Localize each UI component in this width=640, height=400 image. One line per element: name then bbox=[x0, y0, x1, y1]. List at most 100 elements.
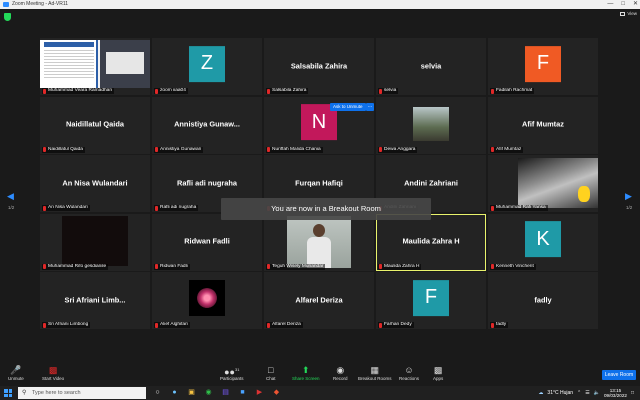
participant-tile[interactable]: fadly fadly bbox=[488, 272, 598, 329]
microphone-muted-icon: 🎤 bbox=[10, 365, 22, 375]
chat-icon: □ bbox=[268, 365, 274, 375]
participant-tile[interactable]: Teguh Wisely Munandar bbox=[264, 213, 374, 271]
start-video-button[interactable]: ▩ Start Video bbox=[42, 364, 64, 381]
participant-display-name: An Nisa Wulandari bbox=[62, 178, 128, 188]
participant-tile[interactable]: Naidillatul Qaida Naidillatul Qaida bbox=[40, 96, 150, 154]
participant-tile[interactable]: K Kenneth Vincherit bbox=[488, 213, 598, 271]
breakout-rooms-button[interactable]: ▦ Breakout Rooms bbox=[358, 364, 392, 381]
participant-tile[interactable]: Salsabila Zahira Salsabila Zahira bbox=[264, 38, 374, 95]
muted-mic-icon bbox=[491, 322, 494, 328]
participant-name-label: fadly bbox=[490, 322, 509, 328]
muted-mic-icon bbox=[491, 264, 494, 269]
page-indicator-left: 1/2 bbox=[8, 205, 15, 210]
participant-tile[interactable]: Zzoom iiaa04 bbox=[152, 38, 262, 95]
close-button[interactable]: ✕ bbox=[633, 0, 638, 9]
record-button[interactable]: ◉ Record bbox=[333, 364, 348, 381]
participant-photo bbox=[413, 106, 449, 141]
participants-count: 31 bbox=[234, 367, 240, 372]
participant-tile[interactable]: Ridwan Fadli Ridwan Fadli bbox=[152, 213, 262, 271]
participant-display-name: Rafli adi nugraha bbox=[177, 178, 237, 188]
participant-tile[interactable]: Muhammad Rifo gesdianile bbox=[40, 213, 150, 271]
participant-name-label: Ridwan Fadli bbox=[154, 263, 190, 270]
muted-mic-icon bbox=[155, 88, 158, 94]
grid-view-icon bbox=[620, 11, 626, 16]
page-indicator-right: 1/2 bbox=[626, 205, 633, 210]
notifications-icon[interactable]: □ bbox=[631, 390, 634, 396]
file-explorer-icon[interactable]: ▣ bbox=[186, 387, 197, 398]
zoom-app-icon bbox=[3, 2, 9, 7]
video-grid: Muhammad Veara Ramadhan Zzoom iiaa04 Salsa… bbox=[40, 38, 600, 329]
share-screen-button[interactable]: ⬆ Share Screen bbox=[292, 364, 320, 381]
store-icon[interactable]: ▤ bbox=[220, 387, 231, 398]
participant-tile[interactable]: Muhammad Rafi Yansa bbox=[488, 155, 598, 212]
windows-start-icon[interactable] bbox=[4, 389, 12, 397]
leave-room-button[interactable]: Leave Room bbox=[602, 370, 636, 380]
taskbar-clock[interactable]: 13:15 09/03/2022 bbox=[604, 388, 627, 399]
reactions-button[interactable]: ☺ Reactions bbox=[399, 364, 419, 381]
next-page-arrow-icon[interactable]: ▶ bbox=[625, 191, 632, 202]
edge-browser-icon[interactable]: ● bbox=[169, 387, 180, 398]
muted-mic-icon bbox=[43, 322, 46, 328]
participant-name-label: Sri Afriani Limbong bbox=[42, 322, 91, 328]
network-icon[interactable]: ☰ bbox=[585, 390, 589, 396]
chrome-icon[interactable]: ◉ bbox=[203, 387, 214, 398]
participant-tile[interactable]: F Farhan Dedy bbox=[376, 272, 486, 329]
participant-tile[interactable]: Alfarel Deriza Alfarel Deriza bbox=[264, 272, 374, 329]
office-app-icon[interactable]: ◆ bbox=[271, 387, 282, 398]
participant-tile[interactable]: Dewa Anggara bbox=[376, 96, 486, 154]
participant-name-label: Salsabila Zahira bbox=[266, 88, 309, 94]
participant-display-name: Alfarel Deriza bbox=[295, 295, 343, 305]
participant-tile[interactable]: Maulida Zahra H Maulida Zahra H bbox=[376, 213, 486, 271]
participant-tile[interactable]: Muhammad Veara Ramadhan bbox=[40, 38, 150, 95]
taskbar-search-box[interactable]: ⚲ Type here to search bbox=[18, 387, 146, 399]
participant-display-name: Naidillatul Qaida bbox=[66, 119, 124, 129]
participant-display-name: Furqan Hafiqi bbox=[295, 178, 343, 188]
participant-tile[interactable]: Afif Mumtaz Afif Mumtaz bbox=[488, 96, 598, 154]
volume-icon[interactable]: 🔈 bbox=[594, 390, 600, 396]
maximize-button[interactable]: □ bbox=[621, 0, 625, 9]
participant-avatar: K bbox=[525, 221, 561, 258]
muted-mic-icon bbox=[379, 322, 382, 328]
participant-name-label: Maulida Zahra H bbox=[378, 263, 422, 270]
security-shield-icon[interactable] bbox=[4, 13, 11, 21]
participant-avatar: Z bbox=[189, 45, 225, 82]
weather-text[interactable]: 31°C Hujan bbox=[547, 390, 573, 396]
participant-name-label: Dewa Anggara bbox=[378, 146, 418, 153]
muted-mic-icon bbox=[43, 205, 46, 211]
record-icon: ◉ bbox=[336, 365, 345, 375]
participant-tile[interactable]: selvia selvia bbox=[376, 38, 486, 95]
participant-name-label: Teguh Wisely Munandar bbox=[266, 263, 326, 270]
participant-name-label: Muhammad Rifo gesdianile bbox=[42, 263, 109, 270]
participant-tile[interactable]: Alief Alghifari bbox=[152, 272, 262, 329]
breakout-room-banner: You are now in a Breakout Room bbox=[221, 198, 431, 220]
participant-name-label: Afif Mumtaz bbox=[490, 146, 524, 153]
participant-tile[interactable]: Sri Afriani Limb... Sri Afriani Limbong bbox=[40, 272, 150, 329]
minimize-button[interactable]: — bbox=[607, 0, 613, 9]
prev-page-arrow-icon[interactable]: ◀ bbox=[7, 191, 14, 202]
participant-name-label: Rafli adi nugraha bbox=[154, 205, 199, 211]
participant-display-name: Salsabila Zahira bbox=[290, 61, 348, 71]
system-tray-chevron-icon[interactable]: ⌃ bbox=[577, 390, 581, 396]
ask-to-unmute-button[interactable]: Ask to Unmute bbox=[330, 103, 366, 111]
unmute-button[interactable]: 🎤 Unmute bbox=[8, 364, 24, 381]
participant-tile[interactable]: An Nisa Wulandari An Nisa Wulandari bbox=[40, 155, 150, 212]
participant-tile[interactable]: F Fadilah Rachmat bbox=[488, 38, 598, 95]
weather-icon: ☁ bbox=[538, 390, 544, 396]
participant-tile[interactable]: Annistiya Gunaw... Annistiya Gunawan bbox=[152, 96, 262, 154]
view-button[interactable]: View bbox=[620, 11, 637, 16]
chat-button[interactable]: □ Chat bbox=[266, 364, 276, 381]
participant-display-name: Afif Mumtaz bbox=[522, 119, 564, 129]
muted-mic-icon bbox=[43, 88, 46, 94]
muted-mic-icon bbox=[491, 147, 494, 152]
view-label: View bbox=[627, 11, 637, 16]
apps-button[interactable]: ▩ Apps bbox=[433, 364, 443, 381]
more-options-button[interactable]: ... bbox=[366, 103, 374, 111]
participants-button[interactable]: ●●31 Participants bbox=[220, 364, 244, 381]
participants-icon: ●●31 bbox=[224, 367, 240, 377]
participant-display-name: Maulida Zahra H bbox=[402, 236, 460, 246]
participant-name-label: Naidillatul Qaida bbox=[42, 146, 85, 153]
zoom-taskbar-icon[interactable]: ■ bbox=[237, 387, 248, 398]
media-app-icon[interactable]: ▶ bbox=[254, 387, 265, 398]
task-view-icon[interactable]: ○ bbox=[152, 387, 163, 398]
muted-mic-icon bbox=[43, 147, 46, 152]
